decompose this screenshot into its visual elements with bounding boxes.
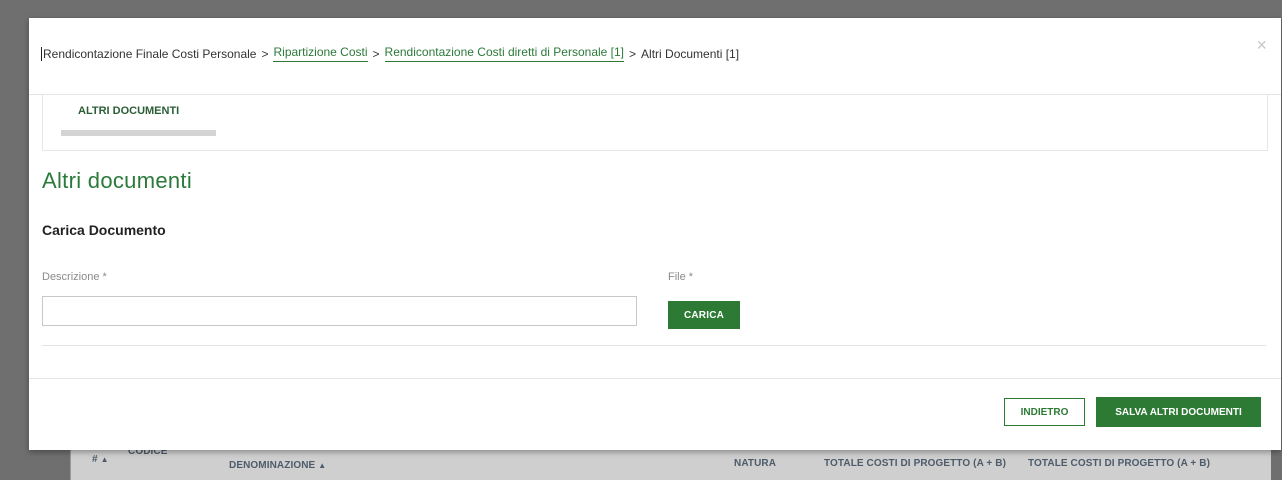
file-label: File *	[668, 271, 694, 283]
tab-bar: ALTRI DOCUMENTI	[42, 94, 1268, 151]
divider	[42, 345, 1266, 346]
sort-icon: ▲	[318, 461, 327, 470]
breadcrumb-root: Rendicontazione Finale Costi Personale	[43, 46, 257, 61]
text-cursor	[41, 46, 42, 61]
modal-dialog: Rendicontazione Finale Costi Personale >…	[29, 18, 1281, 450]
bg-col-hash: # ▲	[92, 454, 109, 465]
breadcrumb-link-ripartizione[interactable]: Ripartizione Costi	[273, 45, 368, 62]
bg-col-denominazione: DENOMINAZIONE ▲	[229, 460, 327, 471]
bg-col-totale-2: TOTALE COSTI DI PROGETTO (A + B)	[1028, 458, 1211, 469]
description-input[interactable]	[42, 296, 637, 326]
tab-altri-documenti[interactable]: ALTRI DOCUMENTI	[78, 105, 179, 117]
bg-col-totale-1: TOTALE COSTI DI PROGETTO (A + B)	[824, 458, 1007, 469]
footer-divider	[29, 378, 1281, 379]
section-title: Carica Documento	[42, 222, 166, 238]
breadcrumb-separator: >	[372, 46, 380, 61]
breadcrumb: Rendicontazione Finale Costi Personale >…	[41, 45, 739, 62]
breadcrumb-current: Altri Documenti [1]	[641, 46, 740, 61]
close-icon[interactable]: ×	[1256, 36, 1267, 54]
modal-header: Rendicontazione Finale Costi Personale >…	[29, 18, 1281, 95]
breadcrumb-separator: >	[629, 46, 637, 61]
breadcrumb-link-costi-diretti[interactable]: Rendicontazione Costi diretti di Persona…	[384, 45, 625, 62]
page-title: Altri documenti	[42, 168, 193, 193]
sort-icon: ▲	[100, 455, 109, 464]
back-button[interactable]: INDIETRO	[1004, 398, 1085, 426]
breadcrumb-separator: >	[261, 46, 269, 61]
description-label: Descrizione *	[42, 271, 107, 283]
upload-button[interactable]: CARICA	[668, 301, 740, 329]
tab-active-indicator	[61, 130, 216, 136]
save-documents-button[interactable]: SALVA ALTRI DOCUMENTI	[1096, 397, 1261, 427]
bg-col-natura: NATURA	[734, 458, 777, 469]
